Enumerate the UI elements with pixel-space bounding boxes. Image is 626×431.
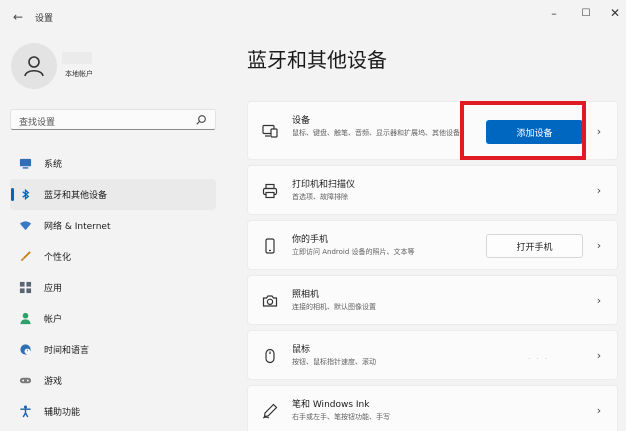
settings-card-camera[interactable]: 照相机 连接的相机、默认图像设置 ›	[247, 275, 618, 325]
settings-card-printers[interactable]: 打印机和扫描仪 首选项、故障排除 ›	[247, 165, 618, 215]
sidebar-item-accessibility[interactable]: 辅助功能	[10, 396, 216, 427]
sidebar-item-label: 蓝牙和其他设备	[44, 191, 108, 201]
sidebar-item-label: 个性化	[44, 253, 72, 263]
card-title: 照相机	[292, 290, 320, 300]
minimize-button[interactable]: –	[541, 4, 567, 22]
back-button[interactable]: ←	[9, 8, 27, 26]
page-title: 蓝牙和其他设备	[247, 48, 387, 72]
card-title: 笔和 Windows Ink	[292, 400, 370, 410]
chevron-right-icon: ›	[596, 403, 602, 417]
settings-card-mouse[interactable]: 鼠标 按钮、鼠标指针速度、滚动 · · · ›	[247, 330, 618, 380]
card-description: 首选项、故障排除	[292, 193, 348, 201]
card-description: 立即访问 Android 设备的照片、文本等	[292, 248, 415, 256]
sidebar-item-personalization[interactable]: 个性化	[10, 241, 216, 272]
gamepad-icon	[18, 374, 32, 388]
sidebar-item-label: 游戏	[44, 377, 63, 387]
chevron-right-icon: ›	[596, 293, 602, 307]
pen-icon	[262, 403, 278, 419]
highlight-annotation	[460, 101, 586, 160]
chevron-right-icon: ›	[596, 238, 602, 252]
faint-text-artifact: · · ·	[528, 355, 550, 363]
title-bar: ← 设置 – ☐ ✕	[0, 0, 626, 34]
apps-icon	[18, 281, 32, 295]
printer-icon	[262, 183, 278, 199]
devices-icon	[262, 123, 278, 139]
account-type: 本地帐户	[65, 70, 93, 78]
card-title: 设备	[292, 116, 311, 126]
settings-card-pen[interactable]: 笔和 Windows Ink 右手或左手、笔按钮功能、手写 ›	[247, 385, 618, 431]
card-title: 打印机和扫描仪	[292, 180, 356, 190]
sidebar-item-label: 时间和语言	[44, 346, 90, 356]
wifi-icon	[18, 219, 32, 233]
sidebar-item-bluetooth[interactable]: 蓝牙和其他设备	[10, 179, 216, 210]
sidebar-item-system[interactable]: 系统	[10, 148, 216, 179]
open-phone-button[interactable]: 打开手机	[486, 234, 583, 258]
card-description: 鼠标、键盘、触笔、音频、显示器和扩展坞、其他设备	[292, 129, 460, 137]
card-description: 按钮、鼠标指针速度、滚动	[292, 358, 376, 366]
bluetooth-icon	[18, 188, 32, 202]
sidebar-item-apps[interactable]: 应用	[10, 272, 216, 303]
sidebar-item-accounts[interactable]: 帐户	[10, 303, 216, 334]
globe-clock-icon	[18, 343, 32, 357]
mouse-icon	[262, 348, 278, 364]
sidebar-item-label: 系统	[44, 160, 63, 170]
maximize-button[interactable]: ☐	[573, 4, 599, 22]
close-button[interactable]: ✕	[602, 4, 626, 22]
search-icon	[196, 115, 206, 125]
account-name-redacted	[62, 52, 92, 64]
person-icon	[24, 56, 44, 77]
sidebar-item-label: 帐户	[44, 315, 63, 325]
chevron-right-icon: ›	[596, 348, 602, 362]
chevron-right-icon: ›	[596, 183, 602, 197]
person-icon	[18, 312, 32, 326]
sidebar-item-label: 辅助功能	[44, 408, 81, 418]
monitor-icon	[18, 157, 32, 171]
phone-icon	[262, 238, 278, 254]
search-placeholder: 查找设置	[19, 118, 56, 128]
chevron-right-icon: ›	[596, 124, 602, 138]
app-title: 设置	[35, 14, 54, 24]
sidebar-item-network[interactable]: 网络 & Internet	[10, 210, 216, 241]
avatar[interactable]	[11, 43, 57, 89]
search-input[interactable]: 查找设置	[10, 109, 216, 130]
brush-icon	[18, 250, 32, 264]
card-title: 你的手机	[292, 235, 329, 245]
settings-card-phone[interactable]: 你的手机 立即访问 Android 设备的照片、文本等 打开手机 ›	[247, 220, 618, 270]
sidebar-item-label: 网络 & Internet	[44, 222, 111, 232]
sidebar-nav: 系统 蓝牙和其他设备 网络 & Internet 个性化 应用 帐户 时间和语言…	[10, 148, 216, 427]
accessibility-icon	[18, 405, 32, 419]
sidebar-item-time-language[interactable]: 时间和语言	[10, 334, 216, 365]
camera-icon	[262, 293, 278, 309]
card-description: 右手或左手、笔按钮功能、手写	[292, 413, 390, 421]
sidebar-item-gaming[interactable]: 游戏	[10, 365, 216, 396]
sidebar-item-label: 应用	[44, 284, 63, 294]
card-description: 连接的相机、默认图像设置	[292, 303, 376, 311]
card-title: 鼠标	[292, 345, 311, 355]
